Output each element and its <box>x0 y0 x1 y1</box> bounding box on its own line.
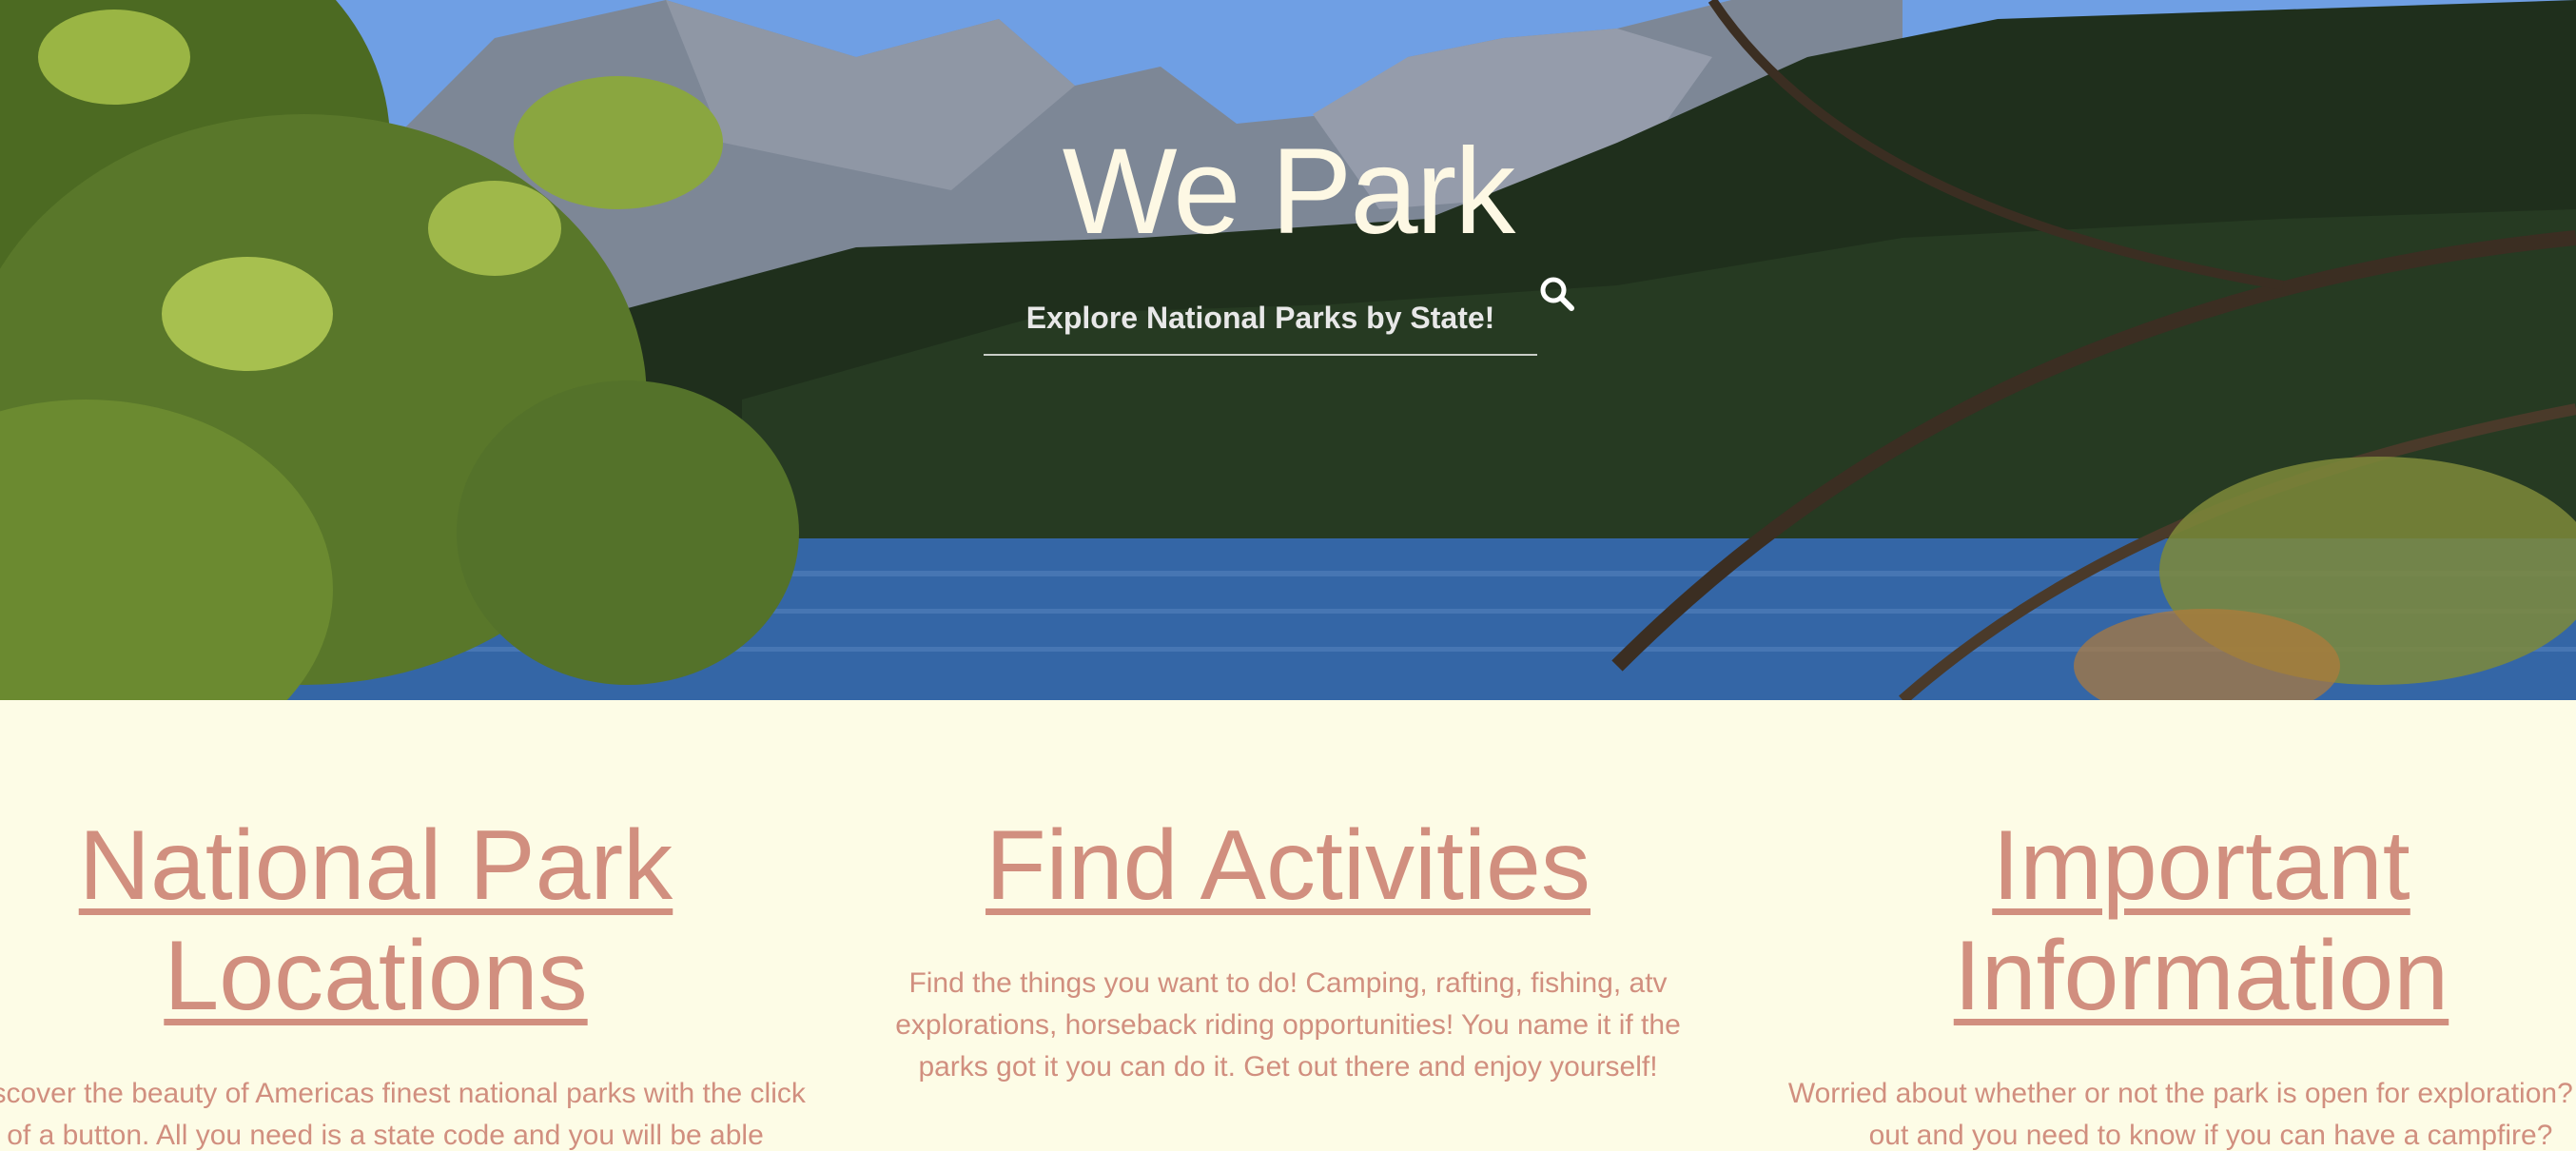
title-line-2: Locations <box>164 921 588 1031</box>
title-line-1: National Park <box>78 810 673 921</box>
park-locations-link[interactable]: National Park Locations <box>79 810 673 1031</box>
search-button[interactable] <box>1530 266 1587 323</box>
find-activities-link[interactable]: Find Activities <box>986 810 1590 921</box>
search-icon <box>1540 277 1574 311</box>
feature-find-activities: Find Activities Find the things you want… <box>869 700 1707 1088</box>
feature-important-information: Important Information Worried about wheth… <box>1783 700 2576 1151</box>
important-information-link[interactable]: Important Information <box>1954 810 2449 1031</box>
title-line-1: Find Activities <box>986 810 1590 921</box>
feature-title: National Park Locations <box>0 700 794 1031</box>
feature-columns: National Park Locations Discover the beau… <box>0 700 2576 1151</box>
feature-title: Important Information <box>1783 700 2576 1031</box>
state-search-input[interactable] <box>984 282 1537 356</box>
feature-title: Find Activities <box>869 700 1707 921</box>
feature-park-locations: National Park Locations Discover the beau… <box>0 700 806 1151</box>
feature-description: Worried about whether or not the park is… <box>1787 1078 2576 1151</box>
search-bar <box>984 282 1537 356</box>
hero-banner: We Park <box>0 0 2576 700</box>
feature-description: Discover the beauty of Americas finest n… <box>0 1078 806 1151</box>
feature-description: Find the things you want to do! Camping,… <box>895 967 1681 1083</box>
title-line-2: Information <box>1953 921 2449 1031</box>
title-line-1: Important <box>1992 810 2410 921</box>
site-title: We Park <box>1062 124 1515 260</box>
